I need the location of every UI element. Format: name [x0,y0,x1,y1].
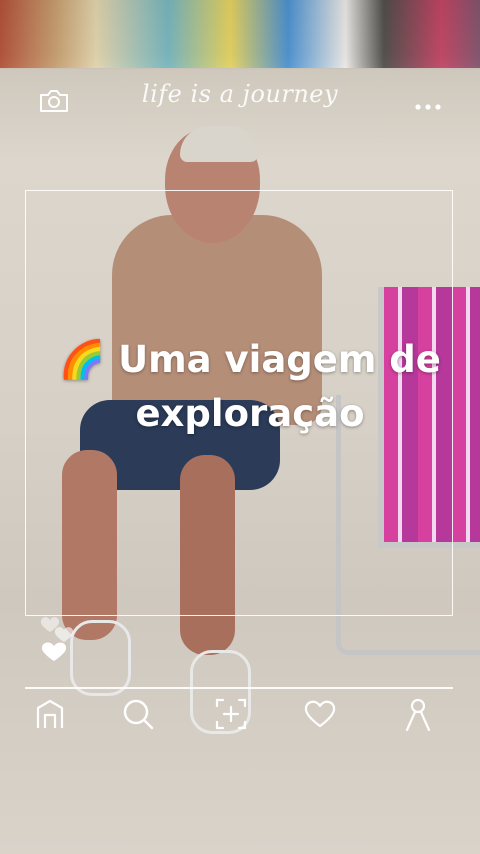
headline: 🌈 Uma viagem de exploração [40,333,460,441]
search-icon[interactable] [120,696,156,732]
person-hair [180,126,258,162]
home-icon[interactable] [32,696,68,732]
profile-icon[interactable] [400,696,436,732]
headline-line-2: exploração [135,392,365,435]
top-bar: life is a journey [0,72,480,128]
beach-stall [0,0,480,68]
heart-icon[interactable] [302,696,338,732]
hearts-icon [38,612,82,668]
nav-divider [25,687,453,689]
rainbow-icon: 🌈 [59,338,106,381]
tagline: life is a journey [141,80,339,108]
add-icon[interactable] [213,696,249,732]
more-dots-icon[interactable] [414,96,442,110]
bottom-nav [0,696,480,736]
headline-line-1: Uma viagem de [118,338,441,381]
